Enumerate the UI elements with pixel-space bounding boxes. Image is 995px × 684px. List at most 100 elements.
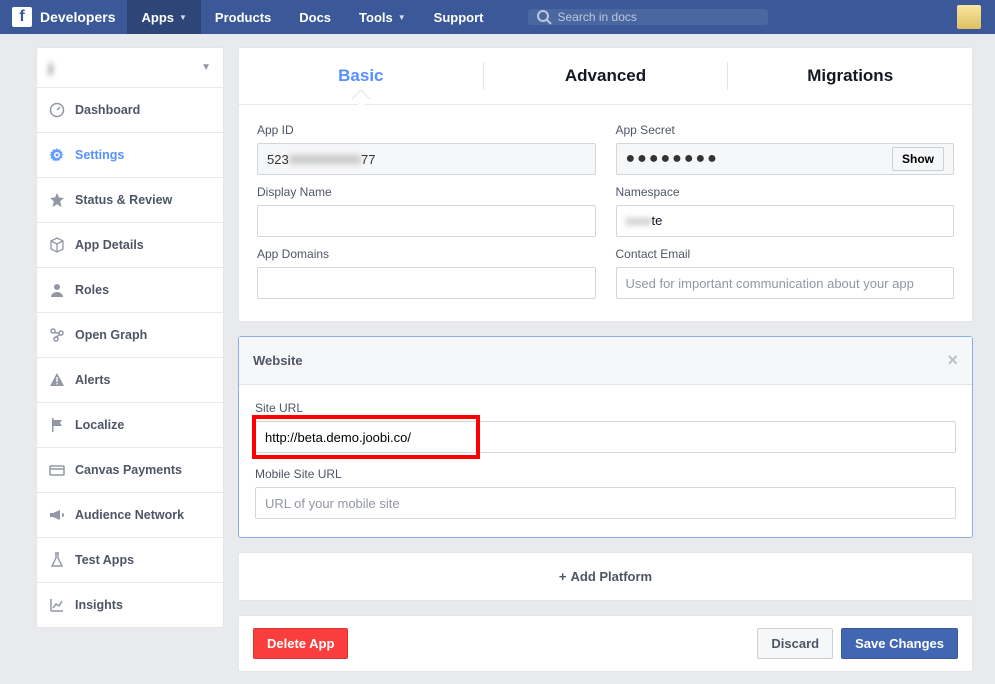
nav-products[interactable]: Products: [201, 0, 285, 34]
nav-tools-label: Tools: [359, 10, 393, 25]
show-secret-button[interactable]: Show: [892, 147, 944, 171]
card-icon: [49, 462, 65, 478]
field-mobile-site-url: Mobile Site URL: [255, 467, 956, 519]
sidebar-item-localize[interactable]: Localize: [37, 403, 223, 448]
settings-tabs: Basic Advanced Migrations: [239, 48, 972, 105]
close-icon[interactable]: ×: [947, 350, 958, 371]
sidebar-item-insights[interactable]: Insights: [37, 583, 223, 627]
tab-advanced-label: Advanced: [565, 66, 646, 85]
sidebar-label: Alerts: [75, 373, 110, 387]
plus-icon: +: [559, 569, 567, 584]
sidebar-item-open-graph[interactable]: Open Graph: [37, 313, 223, 358]
sidebar-label: Roles: [75, 283, 109, 297]
sidebar: j ▼ Dashboard Settings Status & Review A…: [36, 47, 224, 672]
field-display-name: Display Name: [257, 185, 596, 237]
display-name-input[interactable]: [257, 205, 596, 237]
sidebar-label: Insights: [75, 598, 123, 612]
app-selector[interactable]: j ▼: [37, 48, 223, 88]
mobile-site-url-input[interactable]: [255, 487, 956, 519]
tab-basic-label: Basic: [338, 66, 383, 85]
flask-icon: [49, 552, 65, 568]
sidebar-item-settings[interactable]: Settings: [37, 133, 223, 178]
app-domains-input[interactable]: [257, 267, 596, 299]
sidebar-label: Settings: [75, 148, 124, 162]
sidebar-label: Audience Network: [75, 508, 184, 522]
app-secret-mask: ●●●●●●●●: [626, 154, 719, 164]
sidebar-label: Status & Review: [75, 193, 172, 207]
field-contact-email: Contact Email: [616, 247, 955, 299]
display-name-label: Display Name: [257, 185, 596, 199]
footer-actions: Delete App Discard Save Changes: [238, 615, 973, 672]
sidebar-item-alerts[interactable]: Alerts: [37, 358, 223, 403]
field-site-url: Site URL: [255, 401, 956, 453]
app-id-value: 523000000000077: [257, 143, 596, 175]
facebook-logo-icon: f: [12, 7, 32, 27]
site-url-input[interactable]: [255, 421, 956, 453]
field-app-secret: App Secret ●●●●●●●● Show: [616, 123, 955, 175]
nav-tools[interactable]: Tools ▼: [345, 0, 420, 34]
sidebar-item-audience-network[interactable]: Audience Network: [37, 493, 223, 538]
chevron-down-icon: ▼: [179, 13, 187, 22]
tab-basic[interactable]: Basic: [239, 48, 483, 104]
app-name: j: [49, 60, 53, 75]
person-icon: [49, 282, 65, 298]
search-input[interactable]: [558, 10, 760, 24]
avatar[interactable]: [957, 5, 981, 29]
brand[interactable]: f Developers: [0, 0, 127, 34]
website-platform-panel: Website × Site URL Mobile Site URL: [238, 336, 973, 538]
sidebar-item-canvas-payments[interactable]: Canvas Payments: [37, 448, 223, 493]
discard-button[interactable]: Discard: [757, 628, 833, 659]
nav-apps[interactable]: Apps ▼: [127, 0, 200, 34]
top-nav: f Developers Apps ▼ Products Docs Tools …: [0, 0, 995, 34]
search-box[interactable]: [528, 9, 768, 25]
contact-email-label: Contact Email: [616, 247, 955, 261]
app-secret-label: App Secret: [616, 123, 955, 137]
graph-icon: [49, 327, 65, 343]
nav-support-label: Support: [434, 10, 484, 25]
tab-migrations-label: Migrations: [807, 66, 893, 85]
field-app-domains: App Domains: [257, 247, 596, 299]
sidebar-label: Canvas Payments: [75, 463, 182, 477]
field-app-id: App ID 523000000000077: [257, 123, 596, 175]
sidebar-item-roles[interactable]: Roles: [37, 268, 223, 313]
nav-docs[interactable]: Docs: [285, 0, 345, 34]
sidebar-label: Open Graph: [75, 328, 147, 342]
save-changes-button[interactable]: Save Changes: [841, 628, 958, 659]
nav-products-label: Products: [215, 10, 271, 25]
sidebar-label: Localize: [75, 418, 124, 432]
star-icon: [49, 192, 65, 208]
contact-email-input[interactable]: [616, 267, 955, 299]
tab-migrations[interactable]: Migrations: [728, 48, 972, 104]
sidebar-item-status-review[interactable]: Status & Review: [37, 178, 223, 223]
nav-support[interactable]: Support: [420, 0, 498, 34]
namespace-input[interactable]: [616, 205, 955, 237]
app-domains-label: App Domains: [257, 247, 596, 261]
mobile-site-url-label: Mobile Site URL: [255, 467, 956, 481]
sidebar-item-app-details[interactable]: App Details: [37, 223, 223, 268]
namespace-label: Namespace: [616, 185, 955, 199]
app-secret-value: ●●●●●●●● Show: [616, 143, 955, 175]
chart-icon: [49, 597, 65, 613]
field-namespace: Namespace xxxxte: [616, 185, 955, 237]
app-id-label: App ID: [257, 123, 596, 137]
add-platform-label: Add Platform: [570, 569, 652, 584]
main-content: Basic Advanced Migrations App ID 5230000…: [238, 47, 973, 672]
sidebar-label: App Details: [75, 238, 144, 252]
website-panel-title: Website: [253, 353, 303, 368]
delete-app-button[interactable]: Delete App: [253, 628, 348, 659]
megaphone-icon: [49, 507, 65, 523]
sidebar-label: Test Apps: [75, 553, 134, 567]
brand-label: Developers: [40, 9, 115, 25]
site-url-label: Site URL: [255, 401, 956, 415]
sidebar-label: Dashboard: [75, 103, 140, 117]
chevron-down-icon: ▼: [201, 62, 211, 73]
alert-icon: [49, 372, 65, 388]
sidebar-item-test-apps[interactable]: Test Apps: [37, 538, 223, 583]
sidebar-item-dashboard[interactable]: Dashboard: [37, 88, 223, 133]
cube-icon: [49, 237, 65, 253]
add-platform-button[interactable]: +Add Platform: [238, 552, 973, 601]
gauge-icon: [49, 102, 65, 118]
search-icon: [536, 9, 552, 25]
gear-icon: [49, 147, 65, 163]
tab-advanced[interactable]: Advanced: [484, 48, 728, 104]
